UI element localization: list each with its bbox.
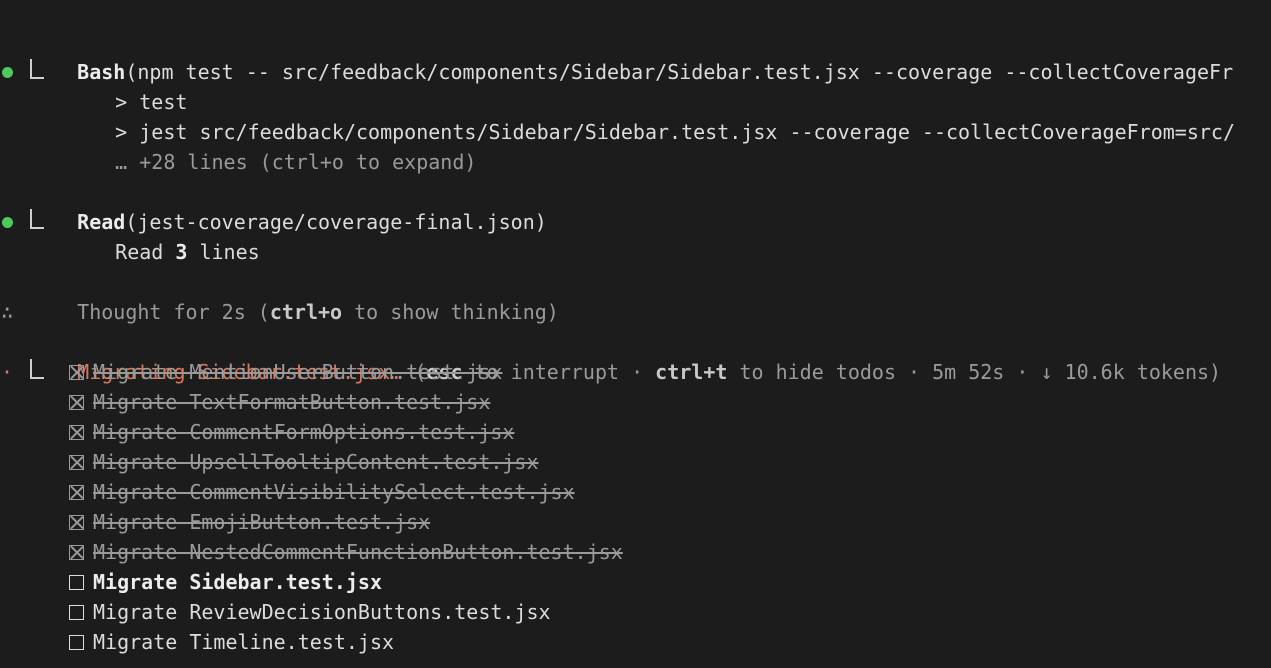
empty-box-icon — [69, 634, 84, 650]
todo-label: Migrate CommentVisibilitySelect.test.jsx — [93, 480, 575, 504]
todo-item: Migrate UpsellTooltipContent.test.jsx — [0, 447, 1271, 477]
expand-hint-text: … +28 lines (ctrl+o to expand) — [115, 150, 477, 174]
bash-expand-hint[interactable]: … +28 lines (ctrl+o to expand) — [0, 117, 476, 174]
read-result-count: 3 — [175, 240, 188, 264]
todo-label: Migrate UpsellTooltipContent.test.jsx — [93, 450, 539, 474]
read-result-line: Read 3 lines — [0, 207, 1271, 264]
read-result-prefix: Read — [115, 240, 176, 264]
therefore-icon: ∴ — [0, 300, 14, 324]
tree-connector-icon — [30, 359, 44, 379]
read-result-suffix: lines — [187, 240, 260, 264]
checked-box-icon — [69, 454, 84, 470]
bash-output-line-2: > jest src/feedback/components/Sidebar/S… — [0, 87, 1235, 144]
thought-line: ∴ Thought for 2s (ctrl+o to show thinking… — [0, 267, 559, 324]
todo-item: Migrate TextFormatButton.test.jsx — [0, 387, 1271, 417]
todo-item: Migrate EmojiButton.test.jsx — [0, 507, 1271, 537]
todo-item: Migrate ReviewDecisionButtons.test.jsx — [0, 597, 1271, 627]
todo-item: Migrate Sidebar.test.jsx — [0, 567, 1271, 597]
thought-shortcut-key: ctrl+o — [269, 300, 343, 324]
todo-label: Migrate TextFormatButton.test.jsx — [93, 390, 491, 414]
checked-box-icon — [69, 544, 84, 560]
thought-suffix: to show thinking) — [342, 300, 559, 324]
checked-box-icon — [69, 484, 84, 500]
status-line: · Migrating Sidebar.test.jsx… (esc to int… — [0, 327, 1221, 384]
bash-output-line-1: > test — [0, 57, 1271, 114]
todo-label: Migrate CommentFormOptions.test.jsx — [93, 420, 515, 444]
checked-box-icon — [69, 364, 84, 380]
todo-label: Migrate EmojiButton.test.jsx — [93, 510, 431, 534]
todo-item: Migrate Timeline.test.jsx — [0, 627, 1271, 657]
todo-label: Migrate Sidebar.test.jsx — [93, 570, 382, 594]
todo-item: Migrate CommentFormOptions.test.jsx — [0, 417, 1271, 447]
tree-connector-icon — [30, 209, 44, 229]
bash-tool-line: Bash(npm test -- src/feedback/components… — [0, 27, 1233, 84]
todo-item: Migrate CommentVisibilitySelect.test.jsx — [0, 477, 1271, 507]
read-tool-line: Read(jest-coverage/coverage-final.json) — [0, 177, 547, 234]
todo-item: Migrate MentionUserButton.test.jsx — [0, 357, 1271, 387]
checked-box-icon — [69, 514, 84, 530]
empty-box-icon — [69, 574, 84, 590]
thought-prefix: Thought for 2s ( — [77, 300, 270, 324]
terminal: Bash(npm test -- src/feedback/components… — [0, 0, 1271, 668]
todo-item: Migrate NestedCommentFunctionButton.test… — [0, 537, 1271, 567]
tree-connector-icon — [30, 59, 44, 79]
todo-label: Migrate MentionUserButton.test.jsx — [93, 360, 503, 384]
todo-label: Migrate Timeline.test.jsx — [93, 630, 395, 654]
todo-label: Migrate ReviewDecisionButtons.test.jsx — [93, 600, 551, 624]
checked-box-icon — [69, 424, 84, 440]
empty-box-icon — [69, 604, 84, 620]
checked-box-icon — [69, 394, 84, 410]
todo-label: Migrate NestedCommentFunctionButton.test… — [93, 540, 623, 564]
